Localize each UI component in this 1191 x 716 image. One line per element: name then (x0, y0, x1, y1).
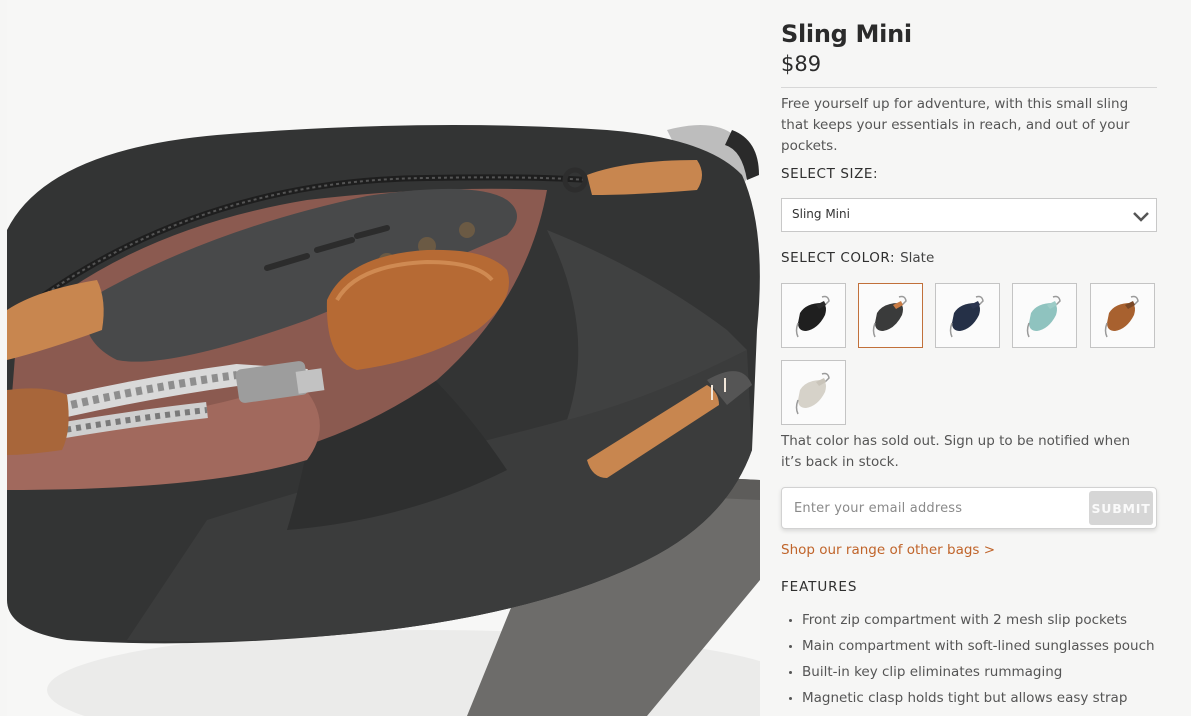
size-label: SELECT SIZE: (781, 166, 879, 182)
feature-item: Built-in key clip eliminates rummaging (781, 662, 1157, 688)
bag-thumbnail-icon (795, 295, 830, 337)
color-swatch-slate[interactable] (858, 283, 923, 348)
bag-thumbnail-icon (1104, 295, 1139, 337)
size-dropdown[interactable]: Sling Mini (781, 198, 1157, 232)
color-swatch-navy[interactable] (935, 283, 1000, 348)
color-swatch-bronze[interactable] (1090, 283, 1155, 348)
color-selected-value: Slate (900, 250, 935, 266)
bag-thumbnail-icon (795, 372, 830, 414)
bag-thumbnail-icon (872, 295, 907, 337)
color-label: SELECT COLOR: Slate (781, 250, 934, 266)
features-title: FEATURES (781, 579, 858, 595)
bag-thumbnail-icon (949, 295, 984, 337)
shop-other-bags-link[interactable]: Shop our range of other bags > (781, 542, 995, 558)
color-swatch-teal[interactable] (1012, 283, 1077, 348)
notify-form: SUBMIT (781, 487, 1157, 529)
color-swatch-black[interactable] (781, 283, 846, 348)
feature-item: Magnetic clasp holds tight but allows ea… (781, 688, 1157, 714)
soldout-message: That color has sold out. Sign up to be n… (781, 433, 1131, 470)
product-image (7, 0, 760, 716)
feature-item: Main compartment with soft-lined sunglas… (781, 636, 1157, 662)
color-swatch-stone[interactable] (781, 360, 846, 425)
features-list: Front zip compartment with 2 mesh slip p… (781, 610, 1157, 714)
submit-button[interactable]: SUBMIT (1089, 491, 1153, 525)
product-description: Free yourself up for adventure, with thi… (781, 96, 1130, 154)
product-title: Sling Mini (781, 20, 912, 48)
product-price: $89 (781, 52, 822, 76)
bag-illustration (7, 125, 760, 716)
divider (781, 87, 1157, 88)
email-input[interactable] (783, 489, 1083, 527)
feature-item: Front zip compartment with 2 mesh slip p… (781, 610, 1157, 636)
chevron-down-icon (1133, 212, 1149, 222)
color-label-text: SELECT COLOR: (781, 250, 896, 266)
bag-thumbnail-icon (1026, 295, 1061, 337)
size-selected-value: Sling Mini (792, 207, 850, 221)
